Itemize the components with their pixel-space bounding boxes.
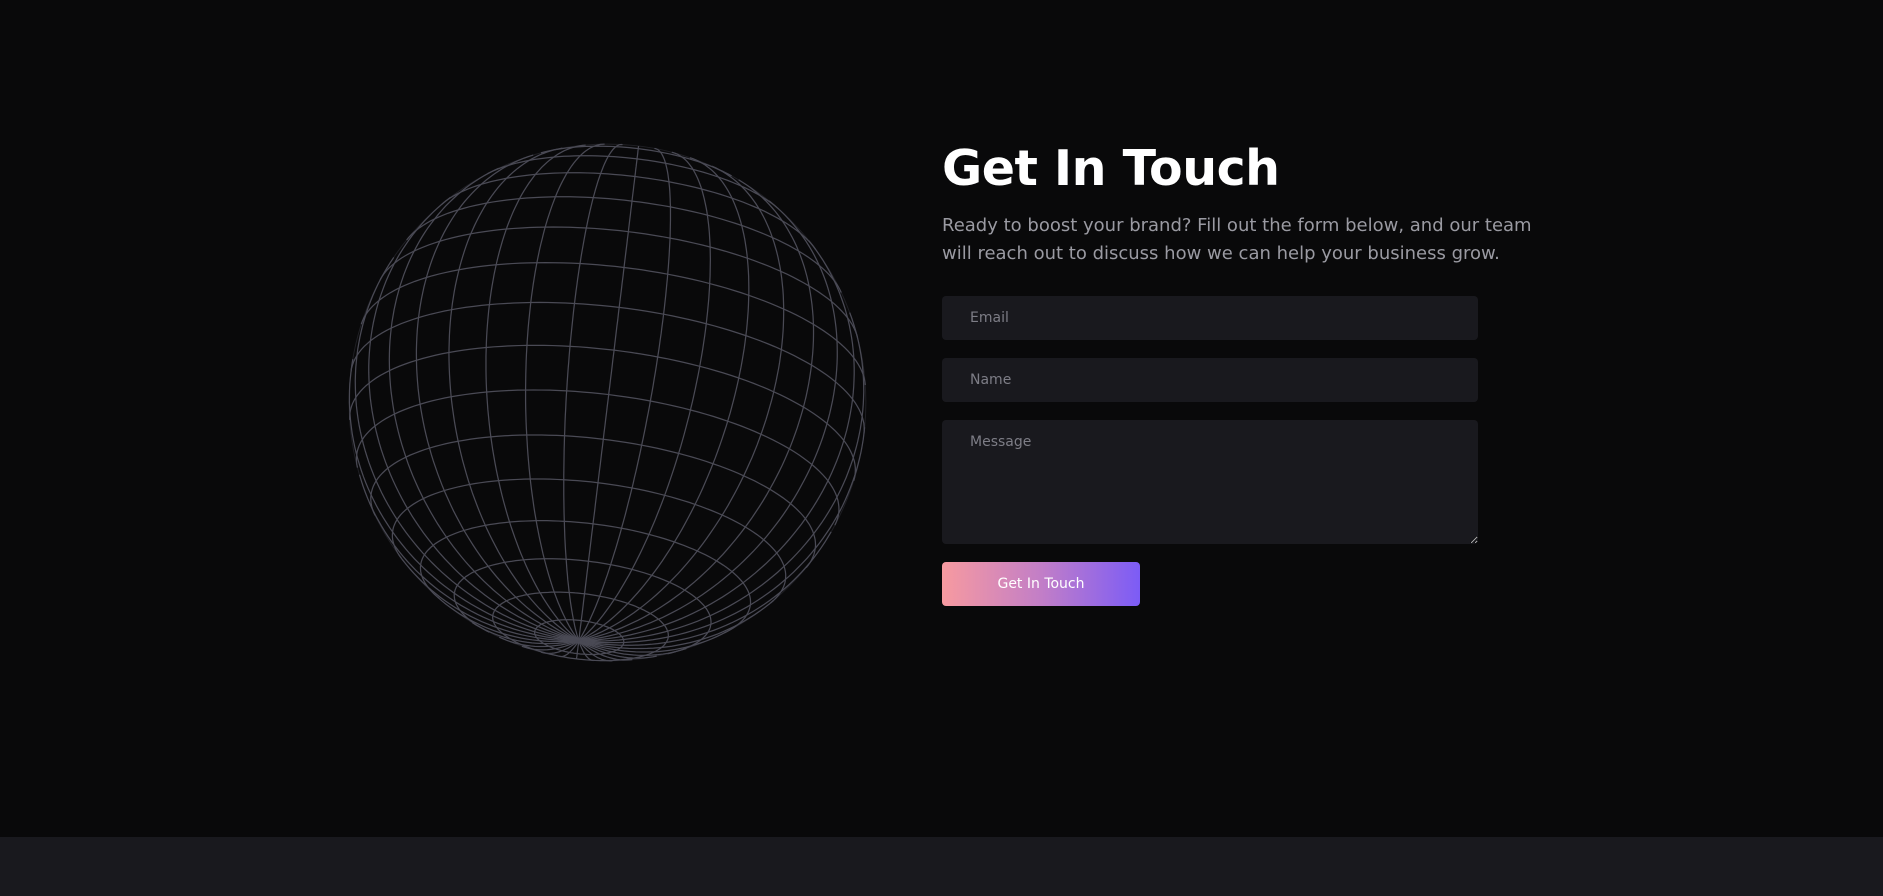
contact-form: Get In Touch bbox=[942, 296, 1562, 606]
globe-latitude-line bbox=[379, 226, 711, 281]
globe-longitude-line bbox=[348, 358, 579, 642]
globe-latitude-line bbox=[355, 389, 691, 468]
globe-longitude-line bbox=[578, 531, 832, 646]
globe-latitude-line bbox=[487, 155, 694, 175]
wireframe-globe-icon bbox=[330, 125, 885, 680]
globe-longitude-line bbox=[368, 196, 579, 642]
globe-latitude-line bbox=[699, 365, 856, 482]
globe-longitude-line bbox=[578, 312, 865, 642]
globe-latitude-line bbox=[707, 214, 842, 293]
globe-longitude-line bbox=[354, 257, 579, 642]
footer-band bbox=[0, 837, 1883, 896]
email-field[interactable] bbox=[942, 296, 1478, 340]
contact-content: Get In Touch Ready to boost your brand? … bbox=[942, 140, 1562, 606]
globe-latitude-line bbox=[701, 188, 817, 250]
globe-latitude-line bbox=[648, 533, 752, 634]
page-title: Get In Touch bbox=[942, 140, 1280, 197]
globe-longitude-line bbox=[485, 144, 586, 642]
globe-latitude-line bbox=[370, 434, 679, 516]
page: Get In Touch Ready to boost your brand? … bbox=[0, 0, 1883, 896]
get-in-touch-button[interactable]: Get In Touch bbox=[942, 562, 1140, 606]
globe-longitude-line bbox=[578, 147, 672, 641]
globe-longitude-line bbox=[415, 154, 580, 642]
globe-graphic bbox=[348, 143, 867, 662]
page-subtitle: Ready to boost your brand? Fill out the … bbox=[942, 215, 1532, 264]
globe-longitude-line bbox=[578, 157, 750, 642]
globe-latitude-line bbox=[678, 452, 817, 568]
name-field[interactable] bbox=[942, 358, 1478, 402]
globe-latitude-line bbox=[349, 344, 700, 420]
globe-longitude-line bbox=[578, 151, 711, 642]
message-field[interactable] bbox=[942, 420, 1478, 544]
contact-section: Get In Touch Ready to boost your brand? … bbox=[0, 0, 1883, 837]
globe-latitude-line bbox=[350, 301, 707, 372]
globe-latitude-line bbox=[706, 323, 865, 434]
globe-latitude-line bbox=[690, 409, 840, 526]
